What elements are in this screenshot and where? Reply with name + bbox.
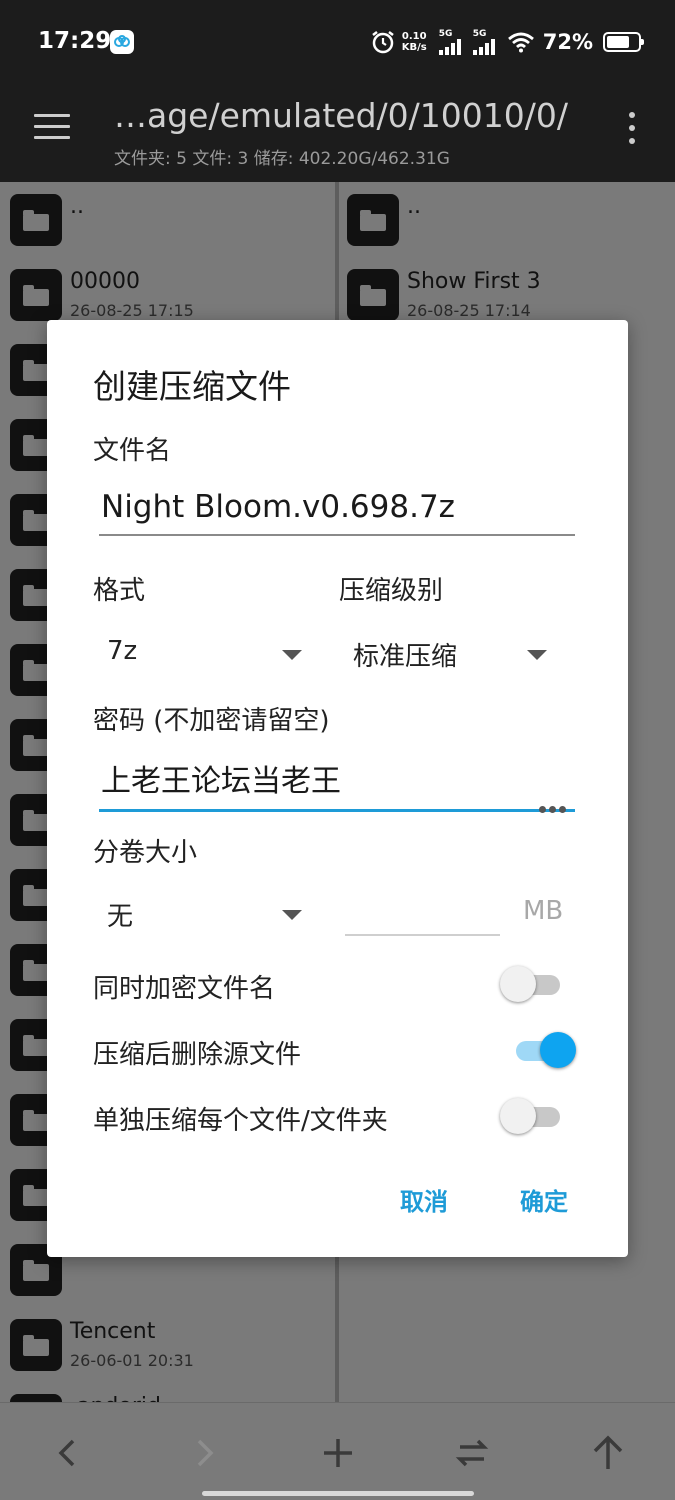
- file-list-item[interactable]: ..: [0, 182, 335, 257]
- forward-arrow-icon[interactable]: [182, 1431, 226, 1475]
- battery-tip: [641, 39, 644, 45]
- dropdown-arrow-icon: [527, 650, 547, 660]
- split-size-input[interactable]: [345, 880, 500, 936]
- back-arrow-icon[interactable]: [46, 1431, 90, 1475]
- format-label: 格式: [93, 576, 146, 606]
- signal-2-label: 5G: [472, 28, 487, 39]
- current-path: …age/emulated/0/10010/0/: [114, 96, 568, 135]
- filename-label: 文件名: [93, 436, 172, 466]
- folder-icon: [10, 194, 62, 246]
- signal-1-label: 5G: [438, 28, 453, 39]
- switch-thumb: [500, 1098, 536, 1134]
- ok-button[interactable]: 确定: [520, 1182, 568, 1217]
- signal-2: 5G: [472, 28, 497, 55]
- net-speed-unit: KB/s: [401, 42, 427, 53]
- compression-level-label: 压缩级别: [339, 576, 444, 606]
- file-date: 26-08-25 17:14: [407, 301, 531, 320]
- delete-source-label: 压缩后删除源文件: [93, 1040, 302, 1070]
- file-name: .andorid: [70, 1394, 161, 1402]
- net-speed-value: 0.10: [401, 31, 427, 42]
- add-icon[interactable]: [316, 1431, 360, 1475]
- split-size-value: 无: [107, 902, 134, 932]
- delete-source-switch[interactable]: [512, 1030, 576, 1070]
- password-value: 上老王论坛当老王: [101, 764, 341, 799]
- signal-icon: [472, 38, 495, 55]
- split-size-select[interactable]: 无: [107, 888, 307, 938]
- up-arrow-icon[interactable]: [586, 1431, 630, 1475]
- password-input[interactable]: 上老王论坛当老王: [99, 756, 575, 813]
- file-date: 26-08-25 17:15: [70, 301, 194, 320]
- battery-icon: [603, 32, 644, 52]
- file-name: Show First 3: [407, 269, 541, 294]
- file-name: ..: [407, 194, 421, 219]
- password-label: 密码 (不加密请留空): [93, 706, 330, 736]
- file-list-item[interactable]: Tencent 26-06-01 20:31: [0, 1307, 335, 1382]
- path-summary: 文件夹: 5 文件: 3 储存: 402.20G/462.31G: [114, 149, 450, 169]
- encrypt-filenames-label: 同时加密文件名: [93, 974, 276, 1004]
- signal-icon: [438, 38, 461, 55]
- separate-archives-label: 单独压缩每个文件/文件夹: [93, 1106, 388, 1136]
- switch-thumb: [500, 966, 536, 1002]
- split-size-label: 分卷大小: [93, 838, 198, 868]
- battery-fill: [607, 36, 629, 48]
- battery-percent: 72%: [542, 30, 593, 54]
- wifi-icon: [507, 32, 534, 53]
- folder-icon: [347, 269, 399, 321]
- bottom-bar: [0, 1402, 675, 1500]
- file-name: ..: [70, 194, 84, 219]
- create-archive-dialog: 创建压缩文件 文件名 Night Bloom.v0.698.7z 格式 压缩级别…: [47, 320, 628, 1257]
- switch-thumb: [540, 1032, 576, 1068]
- dropdown-arrow-icon: [282, 650, 302, 660]
- format-value: 7z: [107, 636, 138, 666]
- status-bar: 17:29 0.10 KB/s 5G 5G 72%: [0, 0, 675, 84]
- file-date: 26-06-01 20:31: [70, 1351, 194, 1370]
- folder-icon: [10, 1394, 62, 1402]
- file-name: Tencent: [70, 1319, 156, 1344]
- separate-archives-switch[interactable]: [500, 1096, 564, 1136]
- dialog-title: 创建压缩文件: [93, 367, 291, 406]
- password-visibility-icon[interactable]: [539, 778, 569, 813]
- status-indicators: 0.10 KB/s 5G 5G 72%: [370, 26, 644, 58]
- alarm-icon: [372, 31, 394, 54]
- home-indicator[interactable]: [202, 1491, 474, 1496]
- file-name: 00000: [70, 269, 140, 294]
- format-select[interactable]: 7z: [107, 628, 307, 678]
- status-time: 17:29: [38, 28, 112, 54]
- folder-icon: [10, 1319, 62, 1371]
- encrypt-filenames-switch[interactable]: [500, 964, 564, 1004]
- dropdown-arrow-icon: [282, 910, 302, 920]
- more-options-icon[interactable]: [627, 112, 637, 148]
- compression-level-value: 标准压缩: [353, 642, 458, 672]
- filename-input[interactable]: Night Bloom.v0.698.7z: [99, 482, 575, 536]
- signal-1: 5G: [438, 28, 463, 55]
- split-size-unit: MB: [523, 896, 564, 926]
- folder-icon: [10, 269, 62, 321]
- file-list-item[interactable]: ..: [339, 182, 675, 257]
- net-speed: 0.10 KB/s: [402, 31, 427, 53]
- swap-icon[interactable]: [450, 1431, 494, 1475]
- cancel-button[interactable]: 取消: [400, 1182, 448, 1217]
- compression-level-select[interactable]: 标准压缩: [353, 628, 563, 678]
- file-list-item[interactable]: .andorid26-04-09 17:58: [0, 1382, 335, 1402]
- folder-icon: [347, 194, 399, 246]
- app-notification-icon: [110, 30, 134, 54]
- menu-icon[interactable]: [34, 114, 70, 142]
- toolbar: …age/emulated/0/10010/0/ 文件夹: 5 文件: 3 储存…: [0, 84, 675, 182]
